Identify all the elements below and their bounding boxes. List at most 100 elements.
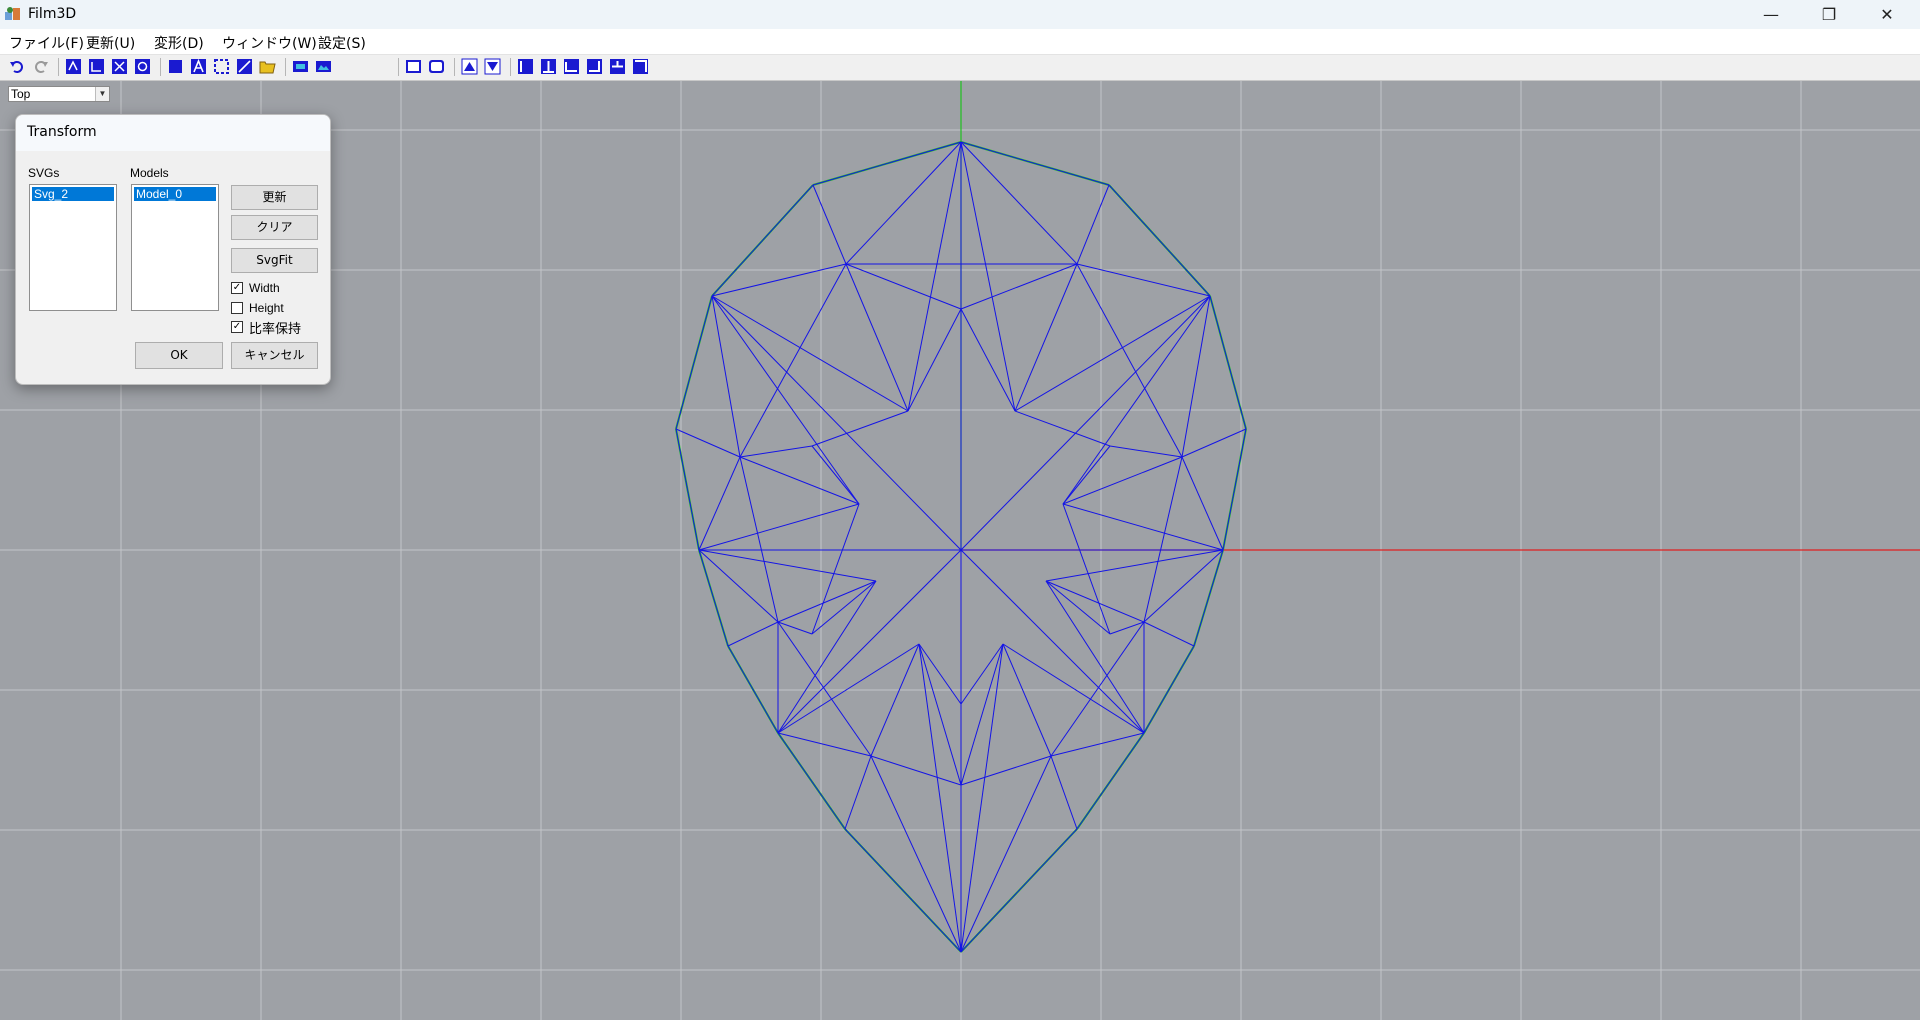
model-icon-2[interactable] — [88, 58, 105, 75]
model-icon-3[interactable] — [111, 58, 128, 75]
mesh-edge — [960, 141, 1110, 186]
menu-window[interactable]: ウィンドウ(W) — [222, 33, 317, 53]
models-list[interactable]: Model_0 — [131, 184, 219, 311]
align-icon-4[interactable] — [586, 58, 603, 75]
toolbar-separator — [454, 58, 455, 76]
view-icon-3[interactable] — [461, 58, 478, 75]
mesh-edge — [1045, 580, 1145, 623]
height-checkbox-row[interactable]: Height — [231, 300, 284, 316]
rect-icon[interactable] — [167, 58, 184, 75]
svgs-list[interactable]: Svg_2 — [29, 184, 117, 311]
mesh-edge — [1002, 643, 1052, 757]
mesh-edge — [811, 410, 909, 447]
menu-settings[interactable]: 設定(S) — [318, 33, 366, 53]
dialog-title-bar[interactable]: Transform — [16, 115, 330, 151]
mesh-edge — [1193, 549, 1224, 647]
mesh-edge — [844, 828, 962, 953]
align-icon-6[interactable] — [632, 58, 649, 75]
restore-button[interactable]: ❐ — [1800, 0, 1858, 29]
align-icon-5[interactable] — [609, 58, 626, 75]
folder-icon[interactable] — [259, 58, 276, 75]
mesh-edge — [711, 263, 847, 297]
view-icon-2[interactable] — [428, 58, 445, 75]
chevron-down-icon[interactable]: ▼ — [95, 87, 109, 101]
align-icon-2[interactable] — [540, 58, 557, 75]
mesh-edge — [777, 580, 877, 734]
undo-icon[interactable] — [9, 58, 26, 75]
mesh-edge — [739, 263, 847, 458]
toolbar-separator — [285, 58, 286, 76]
view-select-value: Top — [11, 87, 31, 101]
models-label: Models — [130, 166, 169, 180]
menu-update[interactable]: 更新(U) — [86, 33, 135, 53]
mesh-edge — [1108, 184, 1211, 297]
width-checkbox-row[interactable]: ✓ Width — [231, 280, 280, 296]
mesh-edge — [698, 549, 729, 647]
view-icon-1[interactable] — [405, 58, 422, 75]
minimize-button[interactable]: — — [1742, 0, 1800, 29]
layer-icon-2[interactable] — [315, 58, 332, 75]
mesh-edge — [739, 445, 813, 458]
keep-ratio-checkbox-row[interactable]: ✓ 比率保持 — [231, 319, 302, 337]
mesh-edge — [698, 503, 860, 551]
align-icon-1[interactable] — [517, 58, 534, 75]
mesh-edge — [698, 549, 877, 582]
model-icon-4[interactable] — [134, 58, 151, 75]
mesh-edge — [698, 456, 741, 551]
mesh-edge — [777, 643, 920, 734]
mesh-edge — [844, 755, 872, 830]
ok-button[interactable]: OK — [135, 342, 223, 369]
text-icon[interactable] — [190, 58, 207, 75]
mesh-edge — [1062, 456, 1183, 505]
redo-icon[interactable] — [32, 58, 49, 75]
layer-icon-1[interactable] — [292, 58, 309, 75]
mesh-edge — [1062, 503, 1224, 551]
mesh-edge — [1109, 445, 1183, 458]
width-checkbox[interactable]: ✓ — [231, 282, 243, 294]
update-button[interactable]: 更新 — [231, 185, 318, 210]
transform-dialog: Transform SVGs Models Svg_2 Model_0 更新 ク… — [15, 114, 331, 385]
mesh-edge — [918, 643, 962, 705]
toolbar-separator — [510, 58, 511, 76]
view-icon-4[interactable] — [484, 58, 501, 75]
svgfit-button[interactable]: SvgFit — [231, 248, 318, 273]
mesh-edge — [960, 643, 1004, 705]
mesh-edge — [727, 621, 779, 647]
keep-ratio-checkbox[interactable]: ✓ — [231, 321, 243, 333]
mesh-edge — [812, 141, 962, 186]
mesh-edge — [960, 308, 1016, 412]
model-icon-1[interactable] — [65, 58, 82, 75]
view-select[interactable]: Top ▼ — [8, 86, 110, 102]
mesh-edge — [960, 141, 1078, 265]
mesh-edge — [1076, 184, 1110, 265]
mesh-edge — [1109, 621, 1145, 635]
menu-transform[interactable]: 変形(D) — [154, 33, 204, 53]
keep-ratio-label: 比率保持 — [249, 321, 302, 337]
mesh-edge — [960, 549, 1145, 734]
clear-button[interactable]: クリア — [231, 215, 318, 240]
toolbar-separator — [398, 58, 399, 76]
svgs-label: SVGs — [28, 166, 60, 180]
mesh-edge — [812, 184, 847, 265]
height-checkbox[interactable] — [231, 302, 243, 314]
cancel-button[interactable]: キャンセル — [231, 342, 318, 369]
mesh-edge — [1076, 263, 1183, 458]
mesh-edge — [1143, 621, 1195, 647]
mesh-edge — [1181, 456, 1224, 551]
select-icon[interactable] — [213, 58, 230, 75]
mesh-edge — [960, 755, 1052, 786]
close-window-button[interactable]: ✕ — [1858, 0, 1916, 29]
mesh-edge — [1222, 428, 1247, 551]
list-item[interactable]: Svg_2 — [32, 187, 114, 201]
menu-file[interactable]: ファイル(F) — [9, 33, 84, 53]
list-item[interactable]: Model_0 — [134, 187, 216, 201]
mesh-edge — [870, 755, 962, 786]
mesh-edge — [739, 456, 860, 505]
mesh-edge — [675, 428, 700, 551]
mesh-edge — [1014, 410, 1111, 447]
mesh-edge — [1050, 621, 1145, 757]
align-icon-3[interactable] — [563, 58, 580, 75]
mesh-edge — [1014, 295, 1211, 412]
restore-icon: ❐ — [1821, 5, 1837, 24]
line-icon[interactable] — [236, 58, 253, 75]
